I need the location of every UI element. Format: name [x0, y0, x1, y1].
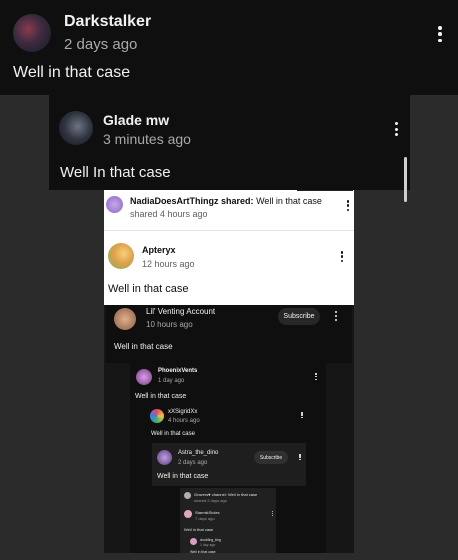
- more-options-icon[interactable]: [298, 454, 302, 460]
- post-gravers-shared: Gravers♥ channel: Well in that case shar…: [180, 488, 276, 560]
- username[interactable]: PhoenixVents: [158, 368, 197, 374]
- avatar[interactable]: [150, 409, 164, 423]
- avatar[interactable]: [136, 369, 152, 385]
- timestamp: 1 day ago: [158, 378, 185, 384]
- avatar[interactable]: [184, 492, 191, 499]
- more-options-icon[interactable]: [394, 122, 398, 136]
- post-text: Well in that case: [108, 283, 189, 295]
- bottom-edge: [0, 553, 458, 560]
- shared-text: Well in that case: [227, 492, 258, 497]
- divider: [297, 190, 353, 191]
- avatar[interactable]: [108, 243, 134, 269]
- timestamp: 2 days ago: [64, 36, 138, 53]
- avatar[interactable]: [190, 538, 197, 545]
- subscribe-label: Subscribe: [259, 454, 283, 461]
- post-text: Well in that case: [157, 473, 209, 480]
- more-options-icon[interactable]: [334, 311, 338, 321]
- more-options-icon[interactable]: [346, 200, 350, 211]
- username[interactable]: doubling_ting: [200, 538, 221, 542]
- shared-line: NadiaDoesArtThingz shared: Well in that …: [130, 196, 322, 206]
- scrollbar[interactable]: [404, 157, 407, 202]
- post-text: Well in that case: [13, 64, 131, 81]
- shared-line: Gravers♥ channel: Well in that case: [194, 492, 257, 497]
- username[interactable]: Lil' Venting Account: [146, 307, 215, 316]
- nested-screenshot-dark: Lil' Venting Account 10 hours ago Subscr…: [104, 305, 354, 560]
- timestamp: shared 4 hours ago: [130, 209, 208, 219]
- more-options-icon[interactable]: [300, 412, 304, 418]
- username[interactable]: Darkstalker: [64, 13, 151, 31]
- post-text: Well in that case: [135, 393, 187, 400]
- more-options-icon[interactable]: [314, 373, 318, 380]
- username[interactable]: StarmikStoles: [195, 510, 220, 515]
- username[interactable]: Glade mw: [103, 112, 169, 128]
- username[interactable]: Apteryx: [142, 245, 176, 255]
- post-lil-venting: Lil' Venting Account 10 hours ago Subscr…: [106, 305, 352, 363]
- post-text: Well in that case: [151, 431, 195, 437]
- username[interactable]: Astra_the_dino: [178, 450, 218, 456]
- more-options-icon[interactable]: [340, 251, 344, 262]
- avatar[interactable]: [59, 111, 93, 145]
- post-astra-the-dino: Astra_the_dino 2 days ago Subscribe Well…: [152, 443, 306, 486]
- more-options-icon[interactable]: [438, 26, 442, 42]
- post-text: Well in that case: [114, 342, 173, 351]
- subscribe-button[interactable]: Subscribe: [254, 451, 288, 464]
- subscribe-label: Subscribe: [283, 313, 315, 320]
- post-phoenixvents: PhoenixVents 1 day ago Well in that case…: [130, 363, 326, 560]
- timestamp: 1 day ago: [200, 543, 216, 547]
- avatar[interactable]: [114, 308, 136, 330]
- username[interactable]: NadiaDoesArtThingz: [130, 196, 219, 206]
- post-xxsigridxx: xXSigridXx 4 hours ago Well in that case: [146, 406, 306, 440]
- avatar[interactable]: [106, 196, 123, 213]
- nested-screenshot-white: NadiaDoesArtThingz shared: Well in that …: [104, 190, 354, 305]
- shared-label: shared:: [221, 196, 254, 206]
- avatar[interactable]: [157, 450, 172, 465]
- divider: [104, 230, 354, 231]
- avatar[interactable]: [13, 14, 51, 52]
- post-darkstalker: Darkstalker 2 days ago Well in that case: [0, 0, 458, 95]
- timestamp: shared 2 days ago: [194, 498, 227, 503]
- timestamp: 4 hours ago: [168, 418, 200, 424]
- post-glade-mw: Glade mw 3 minutes ago Well In that case: [49, 95, 410, 202]
- subscribe-button[interactable]: Subscribe: [278, 308, 320, 325]
- username[interactable]: xXSigridXx: [168, 409, 197, 415]
- timestamp: 2 days ago: [178, 460, 208, 466]
- timestamp: 10 hours ago: [146, 320, 193, 329]
- post-text: Well in that case: [184, 527, 214, 532]
- timestamp: 7 days ago: [195, 516, 215, 521]
- shared-text: Well in that case: [256, 196, 322, 206]
- post-text: Well In that case: [60, 164, 171, 181]
- avatar[interactable]: [184, 510, 192, 518]
- username[interactable]: Gravers♥ channel:: [194, 492, 227, 497]
- timestamp: 12 hours ago: [142, 259, 195, 269]
- timestamp: 3 minutes ago: [103, 131, 191, 147]
- more-options-icon[interactable]: [270, 511, 274, 516]
